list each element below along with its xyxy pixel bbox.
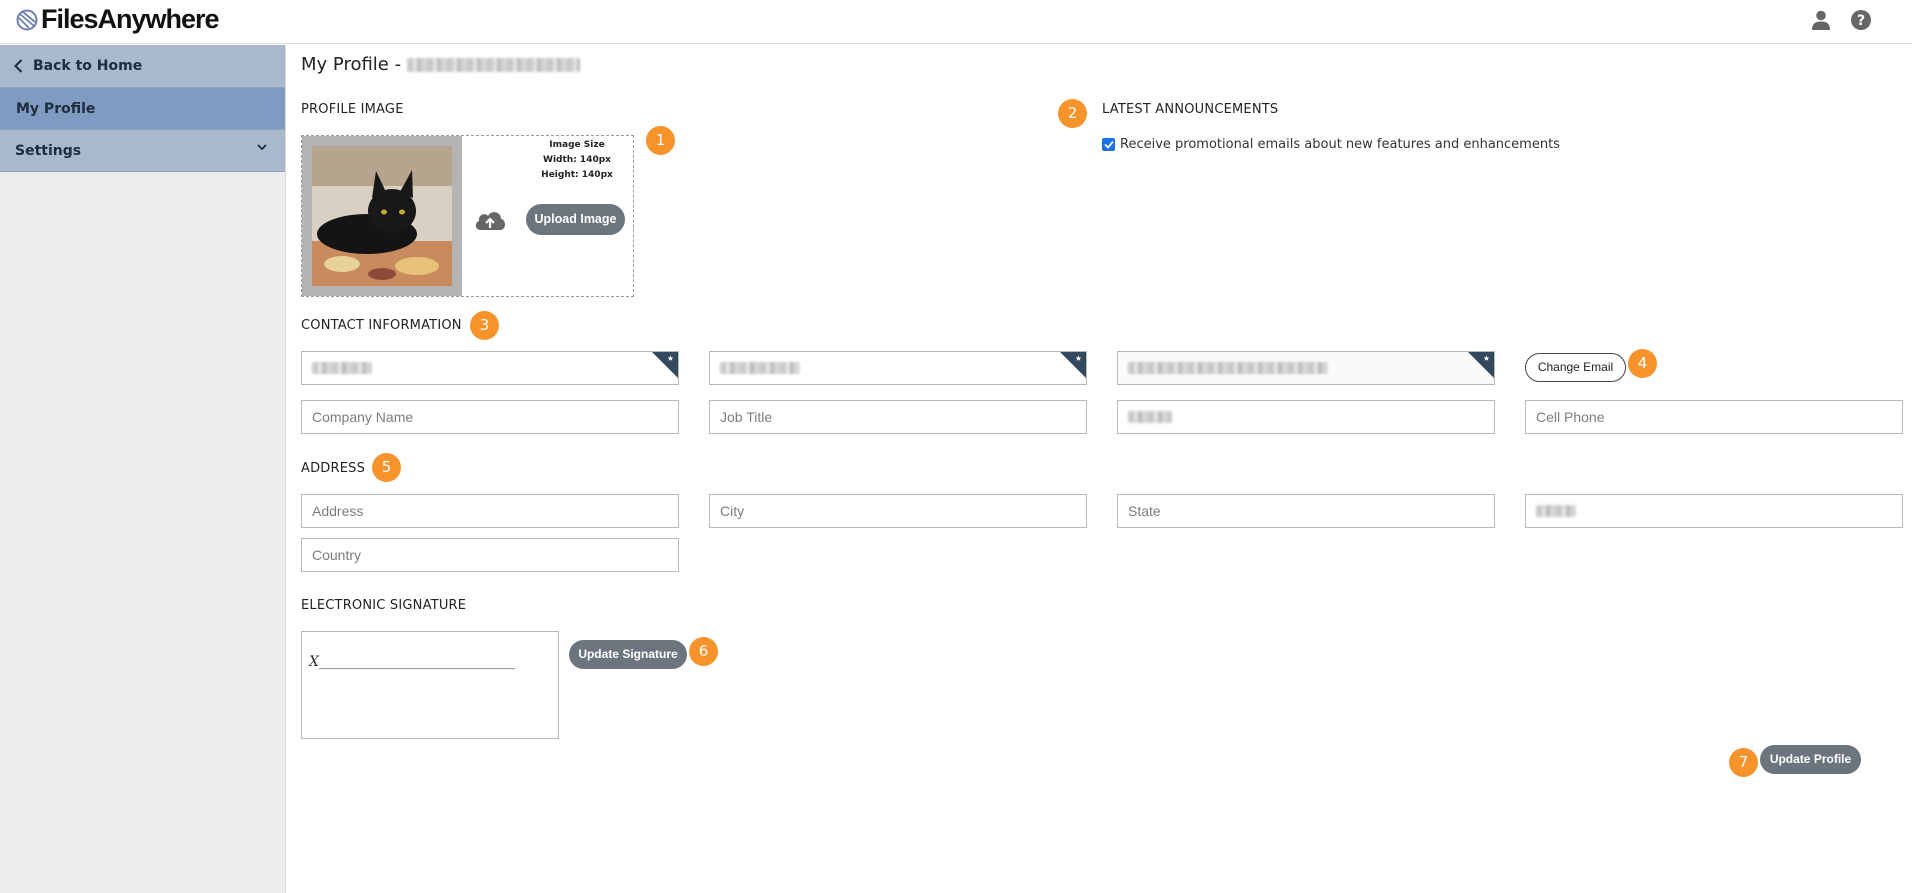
profile-photo (312, 146, 452, 286)
page-title: My Profile - (301, 54, 581, 75)
required-marker-icon: ★ (666, 354, 674, 363)
profile-image-heading: PROFILE IMAGE (301, 102, 404, 117)
cell-phone-placeholder: Cell Phone (1536, 409, 1605, 425)
country-field[interactable]: Country (301, 538, 679, 572)
sidebar-item-my-profile[interactable]: My Profile (0, 88, 285, 130)
image-size-label: Image Size (549, 140, 605, 150)
main-content: My Profile - PROFILE IMAGE Image Size Wi… (287, 45, 1912, 893)
email-field[interactable]: ★ (1117, 351, 1495, 385)
callout-badge-4: 4 (1628, 349, 1657, 378)
redacted-username (407, 57, 581, 72)
update-profile-button[interactable]: Update Profile (1760, 745, 1861, 774)
redacted-first-name (312, 362, 372, 374)
sidebar: Back to Home My Profile Settings (0, 45, 286, 893)
redacted-zip (1536, 505, 1576, 517)
check-icon (1103, 140, 1114, 149)
logo[interactable]: FilesAnywhere (15, 4, 220, 35)
first-name-field[interactable]: ★ (301, 351, 679, 385)
cell-phone-field[interactable]: Cell Phone (1525, 400, 1903, 434)
sidebar-item-label: Settings (15, 142, 82, 159)
announcements-heading: LATEST ANNOUNCEMENTS (1102, 102, 1279, 117)
callout-badge-7: 7 (1729, 748, 1758, 777)
redacted-email (1128, 362, 1328, 374)
callout-badge-2: 2 (1058, 99, 1087, 128)
signature-heading: ELECTRONIC SIGNATURE (301, 598, 467, 613)
promo-email-label: Receive promotional emails about new fea… (1120, 137, 1560, 152)
user-icon[interactable] (1810, 9, 1832, 31)
top-bar: FilesAnywhere ? (0, 0, 1912, 44)
signature-pad[interactable]: X____________________________ (301, 631, 559, 739)
logo-text: FilesAnywhere (41, 4, 220, 34)
signature-line: X____________________________ (309, 654, 515, 670)
city-field[interactable]: City (709, 494, 1087, 528)
redacted-phone (1128, 411, 1172, 423)
callout-badge-3: 3 (470, 311, 499, 340)
redacted-last-name (720, 362, 800, 374)
sidebar-item-settings[interactable]: Settings (0, 130, 285, 172)
last-name-field[interactable]: ★ (709, 351, 1087, 385)
company-name-field[interactable]: Company Name (301, 400, 679, 434)
page-title-text: My Profile - (301, 54, 402, 75)
required-marker-icon: ★ (1074, 354, 1082, 363)
address-placeholder: Address (312, 503, 364, 519)
job-title-placeholder: Job Title (720, 409, 773, 425)
city-placeholder: City (720, 503, 745, 519)
sidebar-item-label: My Profile (16, 100, 96, 117)
help-icon[interactable]: ? (1850, 9, 1872, 31)
sidebar-item-back-to-home[interactable]: Back to Home (0, 45, 285, 88)
update-signature-button[interactable]: Update Signature (569, 640, 687, 669)
phone-field[interactable] (1117, 400, 1495, 434)
sidebar-item-label: Back to Home (33, 58, 143, 74)
state-field[interactable]: State (1117, 494, 1495, 528)
svg-text:?: ? (1857, 13, 1865, 29)
chevron-left-icon (14, 59, 23, 73)
promo-email-option: Receive promotional emails about new fea… (1102, 137, 1560, 152)
image-width-label: Width: 140px (543, 155, 611, 165)
callout-badge-1: 1 (646, 126, 675, 155)
callout-badge-5: 5 (372, 453, 401, 482)
company-name-placeholder: Company Name (312, 409, 414, 425)
zip-code-field[interactable] (1525, 494, 1903, 528)
chevron-down-icon (257, 144, 267, 151)
change-email-button[interactable]: Change Email (1525, 353, 1626, 382)
address-field[interactable]: Address (301, 494, 679, 528)
contact-info-heading: CONTACT INFORMATION (301, 318, 462, 333)
profile-image-frame (302, 136, 462, 296)
logo-globe-icon (16, 9, 38, 30)
address-heading: ADDRESS (301, 461, 366, 476)
image-height-label: Height: 140px (541, 170, 613, 180)
country-placeholder: Country (312, 547, 362, 563)
job-title-field[interactable]: Job Title (709, 400, 1087, 434)
promo-email-checkbox[interactable] (1102, 138, 1115, 151)
upload-image-button[interactable]: Upload Image (526, 204, 625, 235)
cloud-upload-icon[interactable] (473, 208, 507, 232)
image-size-info: Image Size Width: 140px Height: 140px (507, 138, 647, 183)
callout-badge-6: 6 (689, 637, 718, 666)
state-placeholder: State (1128, 503, 1161, 519)
required-marker-icon: ★ (1482, 354, 1490, 363)
